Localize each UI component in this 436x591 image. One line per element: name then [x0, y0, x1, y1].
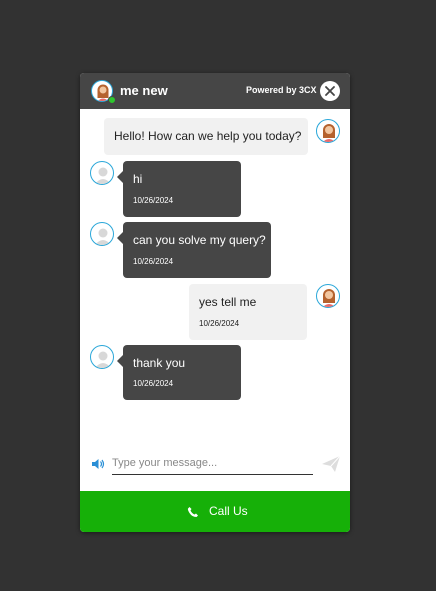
message-timestamp: 10/26/2024 [133, 379, 174, 388]
message-text: yes tell me [199, 295, 257, 309]
message-bubble-visitor: can you solve my query? 10/26/2024 [117, 222, 271, 278]
composer [80, 449, 350, 491]
message-list[interactable]: Hello! How can we help you today? hi 10/… [80, 109, 350, 449]
send-icon[interactable] [321, 455, 341, 478]
message-bubble-visitor: thank you 10/26/2024 [117, 345, 241, 400]
phone-icon [187, 505, 199, 523]
message-input[interactable] [112, 452, 313, 475]
message-bubble-agent: yes tell me 10/26/2024 [189, 284, 307, 340]
agent-avatar [316, 119, 340, 143]
call-us-label: Call Us [209, 504, 248, 518]
message-text: can you solve my query? [133, 233, 266, 247]
message-text: hi [133, 172, 143, 186]
message-timestamp: 10/26/2024 [133, 196, 174, 205]
visitor-avatar [90, 161, 114, 185]
powered-by-label: Powered by 3CX [246, 85, 317, 95]
message-timestamp: 10/26/2024 [199, 319, 240, 328]
close-icon [325, 86, 335, 96]
online-status-dot [108, 96, 116, 104]
message-text: Hello! How can we help you today? [114, 129, 302, 143]
chat-header: me new Powered by 3CX [80, 73, 350, 109]
speaker-icon[interactable] [91, 457, 105, 476]
message-timestamp: 10/26/2024 [133, 257, 174, 266]
close-button[interactable] [320, 81, 340, 101]
agent-name: me new [120, 83, 168, 98]
agent-avatar [316, 284, 340, 308]
message-bubble-visitor: hi 10/26/2024 [117, 161, 241, 217]
visitor-avatar [90, 345, 114, 369]
message-text: thank you [133, 356, 186, 370]
message-bubble-agent: Hello! How can we help you today? [104, 118, 308, 155]
visitor-avatar [90, 222, 114, 246]
chat-widget: me new Powered by 3CX Hello! How can we … [80, 73, 350, 532]
call-us-button[interactable]: Call Us [80, 491, 350, 532]
